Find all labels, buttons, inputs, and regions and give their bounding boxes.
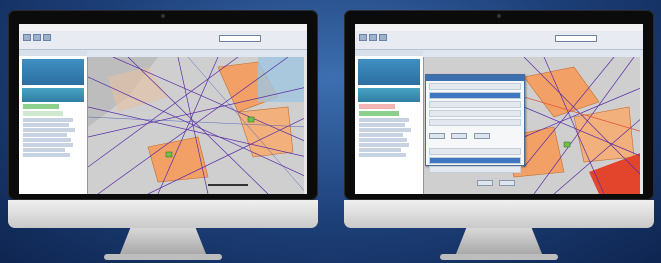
toolbar-button[interactable] bbox=[23, 34, 31, 41]
airspace-map[interactable] bbox=[88, 57, 307, 194]
flight-dialog[interactable] bbox=[425, 74, 525, 186]
sidebar-panel[interactable] bbox=[22, 88, 84, 102]
dialog-field[interactable] bbox=[429, 166, 521, 173]
dialog-table-row[interactable] bbox=[429, 148, 521, 155]
map-canvas[interactable] bbox=[88, 57, 307, 194]
sidebar-panel[interactable] bbox=[358, 59, 420, 85]
sidebar-header bbox=[19, 50, 87, 56]
cancel-button[interactable] bbox=[499, 180, 516, 186]
dialog-button[interactable] bbox=[429, 133, 445, 139]
sidebar-panel[interactable] bbox=[22, 59, 84, 85]
menu-bar[interactable] bbox=[355, 24, 643, 31]
monitor-chin bbox=[8, 200, 318, 228]
monitor-stand bbox=[456, 228, 542, 254]
sidebar-header bbox=[355, 50, 423, 56]
dialog-button[interactable] bbox=[451, 133, 468, 139]
app-screen bbox=[355, 24, 643, 194]
dialog-title bbox=[426, 75, 524, 81]
toolbar bbox=[19, 31, 307, 50]
dialog-table-row[interactable] bbox=[429, 101, 521, 108]
toolbar bbox=[355, 31, 643, 50]
toolbar-button[interactable] bbox=[359, 34, 367, 41]
dialog-button[interactable] bbox=[473, 133, 490, 139]
app-screen bbox=[19, 24, 307, 194]
toolbar-button[interactable] bbox=[33, 34, 41, 41]
layer-sidebar bbox=[355, 50, 424, 194]
monitor-base bbox=[440, 254, 558, 260]
layer-tree[interactable] bbox=[19, 104, 87, 157]
dialog-table-header bbox=[429, 92, 521, 99]
monitor-bezel bbox=[344, 10, 654, 200]
toolbar-button[interactable] bbox=[43, 34, 51, 41]
view-tabs[interactable] bbox=[87, 50, 307, 57]
map-pin-icon[interactable] bbox=[165, 151, 173, 158]
left-monitor bbox=[8, 10, 318, 263]
dialog-field[interactable] bbox=[429, 83, 521, 90]
toolbar-button[interactable] bbox=[379, 34, 387, 41]
map-scrollbar[interactable] bbox=[640, 57, 643, 194]
dialog-table-row[interactable] bbox=[429, 119, 521, 126]
webcam-icon bbox=[161, 14, 165, 18]
search-input[interactable] bbox=[555, 35, 597, 42]
search-input[interactable] bbox=[219, 35, 261, 42]
dialog-selected-row[interactable] bbox=[429, 157, 521, 164]
view-tabs[interactable] bbox=[423, 50, 643, 57]
dialog-table-row[interactable] bbox=[429, 110, 521, 117]
monitor-stand bbox=[120, 228, 206, 254]
ok-button[interactable] bbox=[477, 180, 493, 186]
map-pin-icon[interactable] bbox=[563, 141, 571, 148]
toolbar-button[interactable] bbox=[369, 34, 377, 41]
scale-bar bbox=[208, 184, 248, 186]
layer-tree[interactable] bbox=[355, 104, 423, 157]
sidebar-panel[interactable] bbox=[358, 88, 420, 102]
monitor-base bbox=[104, 254, 222, 260]
map-scrollbar[interactable] bbox=[304, 57, 307, 194]
layer-sidebar bbox=[19, 50, 88, 194]
right-monitor bbox=[344, 10, 654, 263]
webcam-icon bbox=[497, 14, 501, 18]
menu-bar[interactable] bbox=[19, 24, 307, 31]
monitor-chin bbox=[344, 200, 654, 228]
monitor-bezel bbox=[8, 10, 318, 200]
